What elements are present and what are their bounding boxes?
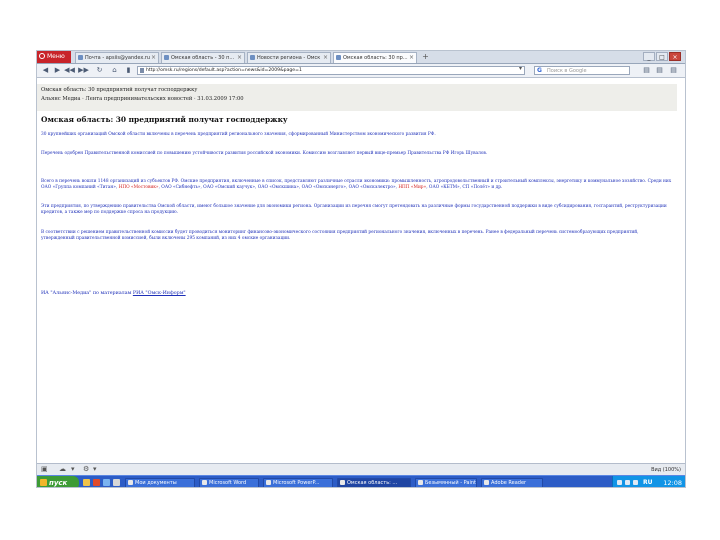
forward-icon[interactable]: ▶ <box>52 65 63 76</box>
panel-icon[interactable]: ▤ <box>654 65 665 76</box>
task-label: Microsoft Word <box>209 480 247 486</box>
page-content: Омская область: 30 предприятий получат г… <box>37 78 685 463</box>
task-button[interactable]: Мои документы <box>125 478 195 487</box>
task-button-active[interactable]: Омская область: ... <box>337 478 411 487</box>
chevron-down-icon[interactable]: ▾ <box>71 466 78 473</box>
favicon-icon <box>78 55 83 60</box>
tab-label: Почта - apsiis@yandex.ru <box>85 55 151 61</box>
tab-bar: Меню Почта - apsiis@yandex.ru × Омская о… <box>37 51 685 64</box>
quicklaunch-icon[interactable] <box>93 479 100 486</box>
google-icon: G <box>537 67 542 74</box>
close-tab-icon[interactable]: × <box>151 53 156 63</box>
opera-menu-button[interactable]: Меню <box>37 51 71 63</box>
article-paragraph: 30 крупнейших организаций Омской области… <box>41 132 436 137</box>
close-tab-icon[interactable]: × <box>237 53 242 63</box>
article-source: ИА "Альянс-Медиа" по материалам РИА "Омс… <box>41 291 186 296</box>
cloud-icon[interactable]: ☁ <box>59 466 66 473</box>
paragraph-segment: , ОАО «Сибнефть», ОАО «Омский каучук», О… <box>158 185 399 191</box>
tray-icon[interactable] <box>617 480 622 485</box>
task-icon <box>202 480 207 485</box>
task-button[interactable]: Microsoft Word <box>199 478 259 487</box>
tray-icon[interactable] <box>625 480 630 485</box>
task-icon <box>340 480 345 485</box>
article-header-box: Омская область: 30 предприятий получат г… <box>37 84 677 111</box>
task-icon <box>266 480 271 485</box>
address-value: http://omsk.ru/regions/default.asp?actio… <box>146 68 302 73</box>
lock-icon: ▮ <box>126 66 131 74</box>
new-tab-icon[interactable]: + <box>420 52 431 62</box>
close-window-icon[interactable]: × <box>669 52 681 61</box>
task-icon <box>418 480 423 485</box>
minimize-icon[interactable]: _ <box>643 52 655 61</box>
tab-active-article[interactable]: Омская область: 30 пр... × <box>333 52 417 63</box>
maximize-icon[interactable]: □ <box>656 52 668 61</box>
paragraph-segment: , ОАО «КБТМ», СП «Полёт» и др. <box>426 185 503 191</box>
address-input[interactable]: http://omsk.ru/regions/default.asp?actio… <box>137 66 525 75</box>
header-source: Альянс Медиа · Лента предпринимательских… <box>41 96 244 102</box>
system-tray: RU 12:08 <box>612 476 685 487</box>
panel-icon[interactable]: ▤ <box>641 65 652 76</box>
favicon-icon <box>164 55 169 60</box>
browser-window: Меню Почта - apsiis@yandex.ru × Омская о… <box>36 50 686 488</box>
quicklaunch-icon[interactable] <box>113 479 120 486</box>
tab-news-1[interactable]: Омская область - 30 п... × <box>161 52 245 63</box>
address-toolbar: ◀ ▶ ◀◀ ▶▶ ↻ ⌂ ▮ http://omsk.ru/regions/d… <box>37 64 685 78</box>
task-icon <box>484 480 489 485</box>
quicklaunch-icon[interactable] <box>103 479 110 486</box>
article-paragraph: Эти предприятия, по утверждению правител… <box>41 204 667 216</box>
opera-logo-icon <box>39 53 45 59</box>
chevron-down-icon[interactable]: ▾ <box>93 466 100 473</box>
close-tab-icon[interactable]: × <box>323 53 328 63</box>
page-icon <box>140 68 144 73</box>
task-icon <box>128 480 133 485</box>
panel-toggle-icon[interactable]: ▣ <box>41 466 48 473</box>
tab-news-2[interactable]: Новости региона - Омск × <box>247 52 331 63</box>
task-label: Adobe Reader <box>491 480 527 486</box>
company-link[interactable]: НПП «Мир» <box>398 185 426 190</box>
tab-mail[interactable]: Почта - apsiis@yandex.ru × <box>75 52 159 63</box>
task-label: Мои документы <box>135 480 177 486</box>
close-tab-icon[interactable]: × <box>409 53 414 63</box>
home-icon[interactable]: ⌂ <box>109 65 120 76</box>
task-button[interactable]: Adobe Reader <box>481 478 543 487</box>
article-paragraph: Всего в перечень вошли 1148 организаций … <box>41 179 673 191</box>
reload-icon[interactable]: ↻ <box>94 65 105 76</box>
task-button[interactable]: Microsoft PowerP... <box>263 478 333 487</box>
zoom-label: Вид (100%) <box>651 467 681 473</box>
task-label: Microsoft PowerP... <box>273 480 320 486</box>
tray-icon[interactable] <box>633 480 638 485</box>
favicon-icon <box>250 55 255 60</box>
company-link[interactable]: НПО «Мостовик» <box>119 185 159 190</box>
tab-label: Омская область - 30 п... <box>171 55 235 61</box>
favicon-icon <box>336 55 341 60</box>
start-label: пуск <box>49 479 68 487</box>
source-prefix: ИА "Альянс-Медиа" по материалам <box>41 291 133 296</box>
task-button[interactable]: Безымянный - Paint <box>415 478 477 487</box>
start-button[interactable]: пуск <box>37 476 79 487</box>
page-title: Омская область: 30 предприятий получат г… <box>41 115 288 124</box>
search-input[interactable]: G Поиск в Google <box>534 66 630 75</box>
windows-taskbar: пуск Мои документы Microsoft Word Micros… <box>37 475 685 487</box>
fast-forward-icon[interactable]: ▶▶ <box>78 65 89 76</box>
tab-label: Новости региона - Омск <box>257 55 321 61</box>
language-indicator[interactable]: RU <box>643 476 653 487</box>
rewind-icon[interactable]: ◀◀ <box>64 65 75 76</box>
task-label: Омская область: ... <box>347 480 398 486</box>
opera-menu-label: Меню <box>47 53 65 60</box>
settings-icon[interactable]: ⚙ <box>83 466 90 473</box>
article-paragraph: Перечень одобрен Правительственной комис… <box>41 151 488 156</box>
task-label: Безымянный - Paint <box>425 480 476 486</box>
source-link[interactable]: РИА "Омск-Информ" <box>133 291 186 296</box>
quicklaunch-icon[interactable] <box>83 479 90 486</box>
clock: 12:08 <box>663 479 682 487</box>
search-placeholder: Поиск в Google <box>547 68 587 74</box>
panel-icon[interactable]: ▤ <box>668 65 679 76</box>
tab-label: Омская область: 30 пр... <box>343 55 408 61</box>
back-icon[interactable]: ◀ <box>40 65 51 76</box>
speed-dial-icon[interactable]: ▾ <box>519 65 522 72</box>
article-paragraph: В соответствии с решением правительствен… <box>41 230 639 242</box>
windows-logo-icon <box>40 479 47 486</box>
zoom-control[interactable]: Вид (100%) <box>651 465 681 475</box>
